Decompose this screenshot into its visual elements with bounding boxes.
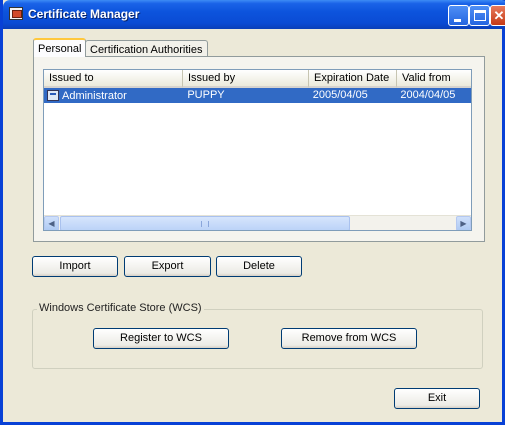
issued-to-value: Administrator — [62, 89, 127, 102]
list-header: Issued to Issued by Expiration Date Vali… — [44, 70, 471, 88]
app-certificate-icon — [9, 7, 23, 20]
maximize-icon — [474, 10, 486, 21]
horizontal-scrollbar[interactable]: ◀ ▶ — [44, 215, 471, 230]
minimize-button[interactable] — [448, 5, 469, 26]
column-header-valid-from[interactable]: Valid from — [397, 70, 471, 88]
import-button[interactable]: Import — [32, 256, 118, 277]
tab-personal[interactable]: Personal — [33, 38, 87, 57]
remove-from-wcs-button[interactable]: Remove from WCS — [281, 328, 417, 349]
delete-button[interactable]: Delete — [216, 256, 302, 277]
wcs-group-title: Windows Certificate Store (WCS) — [37, 302, 204, 314]
window-title: Certificate Manager — [28, 7, 140, 21]
tab-certification-authorities[interactable]: Certification Authorities — [85, 40, 208, 57]
cell-valid-from: 2004/04/05 — [400, 89, 456, 101]
scroll-right-icon[interactable]: ▶ — [456, 216, 471, 230]
cell-issued-to: Administrator — [44, 88, 182, 103]
export-button[interactable]: Export — [124, 256, 211, 277]
exit-button[interactable]: Exit — [394, 388, 480, 409]
maximize-button[interactable] — [469, 5, 490, 26]
scroll-left-icon[interactable]: ◀ — [44, 216, 59, 230]
minimize-icon — [454, 19, 461, 22]
column-header-expiration-date[interactable]: Expiration Date — [309, 70, 397, 88]
certificate-row-icon — [47, 90, 59, 101]
table-row[interactable]: Administrator PUPPY 2005/04/05 2004/04/0… — [44, 88, 471, 103]
cell-issued-by: PUPPY — [187, 89, 225, 101]
certificate-manager-window: Certificate Manager ✕ Personal Certifica… — [0, 0, 505, 425]
register-to-wcs-button[interactable]: Register to WCS — [93, 328, 229, 349]
column-header-issued-by[interactable]: Issued by — [183, 70, 309, 88]
title-bar[interactable]: Certificate Manager ✕ — [3, 0, 505, 29]
cell-expiration-date: 2005/04/05 — [312, 89, 368, 101]
close-icon: ✕ — [493, 8, 505, 23]
certificate-list[interactable]: Issued to Issued by Expiration Date Vali… — [43, 69, 472, 231]
scrollbar-thumb[interactable] — [60, 216, 350, 230]
close-button[interactable]: ✕ — [490, 5, 505, 26]
column-header-issued-to[interactable]: Issued to — [44, 70, 183, 88]
